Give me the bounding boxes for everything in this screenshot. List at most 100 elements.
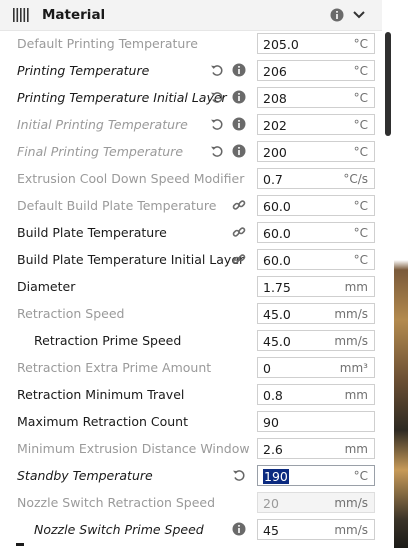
setting-label: Default Build Plate Temperature bbox=[17, 198, 217, 213]
setting-value: 90 bbox=[263, 415, 279, 430]
info-icon[interactable] bbox=[330, 8, 344, 22]
info-icon[interactable] bbox=[232, 522, 246, 536]
setting-value-field[interactable]: 190 °C bbox=[257, 465, 375, 486]
setting-value-field[interactable]: 90 bbox=[257, 411, 375, 432]
setting-value-field[interactable]: 202 °C bbox=[257, 114, 375, 135]
setting-value-field[interactable]: 60.0 °C bbox=[257, 195, 375, 216]
setting-value-field[interactable]: 208 °C bbox=[257, 87, 375, 108]
link-icon[interactable] bbox=[232, 252, 246, 266]
setting-row-standby-temperature: Standby Temperature 190 °C bbox=[0, 462, 382, 489]
setting-row-default-build-plate-temperature: Default Build Plate Temperature 60.0 °C bbox=[0, 192, 382, 219]
info-icon[interactable] bbox=[232, 117, 246, 131]
setting-unit: °C bbox=[353, 199, 368, 213]
setting-value-field[interactable]: 45.0 mm/s bbox=[257, 303, 375, 324]
chevron-down-icon[interactable] bbox=[352, 9, 366, 21]
category-header-material[interactable]: Material bbox=[0, 0, 382, 31]
setting-value: 60.0 bbox=[263, 226, 291, 241]
setting-unit: °C bbox=[353, 253, 368, 267]
setting-row-printing-temperature-initial-layer: Printing Temperature Initial Layer 208 °C bbox=[0, 84, 382, 111]
setting-row-initial-printing-temperature: Initial Printing Temperature 202 °C bbox=[0, 111, 382, 138]
setting-value: 205.0 bbox=[263, 37, 299, 52]
setting-value-field[interactable]: 1.75 mm bbox=[257, 276, 375, 297]
reset-icon[interactable] bbox=[210, 144, 224, 158]
setting-value: 202 bbox=[263, 118, 287, 133]
setting-label: Printing Temperature bbox=[17, 63, 150, 78]
setting-label: Retraction Speed bbox=[17, 306, 125, 321]
info-icon[interactable] bbox=[232, 63, 246, 77]
background-image-strip bbox=[394, 0, 408, 548]
setting-value: 190 bbox=[263, 469, 289, 484]
setting-unit: mm³ bbox=[339, 361, 368, 375]
setting-value: 206 bbox=[263, 64, 287, 79]
setting-value-field: 20 mm/s bbox=[257, 492, 375, 513]
setting-unit: °C bbox=[353, 469, 368, 483]
setting-row-nozzle-switch-prime-speed: Nozzle Switch Prime Speed 45 mm/s bbox=[0, 516, 382, 543]
setting-value-field[interactable]: 2.6 mm bbox=[257, 438, 375, 459]
setting-value-field[interactable]: 200 °C bbox=[257, 141, 375, 162]
setting-row-retraction-prime-speed: Retraction Prime Speed 45.0 mm/s bbox=[0, 327, 382, 354]
setting-row-final-printing-temperature: Final Printing Temperature 200 °C bbox=[0, 138, 382, 165]
setting-unit: mm/s bbox=[334, 307, 368, 321]
setting-label: Diameter bbox=[17, 279, 76, 294]
setting-value-field[interactable]: 0.8 mm bbox=[257, 384, 375, 405]
setting-unit: °C bbox=[353, 91, 368, 105]
setting-unit: °C bbox=[353, 226, 368, 240]
setting-row-retraction-extra-prime-amount: Retraction Extra Prime Amount 0 mm³ bbox=[0, 354, 382, 381]
setting-unit: mm bbox=[344, 442, 368, 456]
setting-row-retraction-minimum-travel: Retraction Minimum Travel 0.8 mm bbox=[0, 381, 382, 408]
setting-value-field[interactable]: 205.0 °C bbox=[257, 33, 375, 54]
setting-unit: mm bbox=[344, 388, 368, 402]
setting-value: 20 bbox=[263, 496, 279, 511]
setting-label: Minimum Extrusion Distance Window bbox=[17, 441, 250, 456]
setting-row-maximum-retraction-count: Maximum Retraction Count 90 bbox=[0, 408, 382, 435]
link-icon[interactable] bbox=[232, 198, 246, 212]
setting-label: Nozzle Switch Prime Speed bbox=[34, 522, 204, 537]
setting-label: Printing Temperature Initial Layer bbox=[17, 90, 227, 105]
setting-label: Nozzle Switch Retraction Speed bbox=[17, 495, 216, 510]
material-category-icon bbox=[13, 8, 29, 22]
setting-label: Retraction Extra Prime Amount bbox=[17, 360, 212, 375]
setting-unit: mm bbox=[344, 280, 368, 294]
setting-value: 60.0 bbox=[263, 253, 291, 268]
setting-value: 0.7 bbox=[263, 172, 283, 187]
setting-value-field[interactable]: 0 mm³ bbox=[257, 357, 375, 378]
setting-value: 45.0 bbox=[263, 307, 291, 322]
setting-value-field[interactable]: 206 °C bbox=[257, 60, 375, 81]
setting-value: 200 bbox=[263, 145, 287, 160]
settings-panel: Material Default Printing Temperature 205… bbox=[0, 0, 382, 548]
info-icon[interactable] bbox=[232, 90, 246, 104]
setting-label: Build Plate Temperature bbox=[17, 225, 167, 240]
setting-value-field[interactable]: 60.0 °C bbox=[257, 222, 375, 243]
setting-unit: °C bbox=[353, 37, 368, 51]
link-icon[interactable] bbox=[232, 225, 246, 239]
setting-unit: °C bbox=[353, 64, 368, 78]
setting-label: Final Printing Temperature bbox=[17, 144, 184, 159]
setting-value: 0 bbox=[263, 361, 271, 376]
setting-unit: mm/s bbox=[334, 496, 368, 510]
setting-label: Retraction Minimum Travel bbox=[17, 387, 185, 402]
category-title: Material bbox=[42, 7, 106, 23]
setting-value-field[interactable]: 60.0 °C bbox=[257, 249, 375, 270]
setting-value-field[interactable]: 45.0 mm/s bbox=[257, 330, 375, 351]
setting-value-field[interactable]: 0.7 °C/s bbox=[257, 168, 375, 189]
setting-label: Build Plate Temperature Initial Layer bbox=[17, 252, 245, 267]
setting-unit: mm/s bbox=[334, 523, 368, 537]
setting-row-diameter: Diameter 1.75 mm bbox=[0, 273, 382, 300]
setting-label: Initial Printing Temperature bbox=[17, 117, 188, 132]
setting-unit: °C bbox=[353, 118, 368, 132]
setting-unit: °C bbox=[353, 145, 368, 159]
setting-value: 60.0 bbox=[263, 199, 291, 214]
setting-label: Extrusion Cool Down Speed Modifier bbox=[17, 171, 245, 186]
setting-value-field[interactable]: 45 mm/s bbox=[257, 519, 375, 540]
scrollbar[interactable] bbox=[382, 0, 394, 548]
setting-label: Retraction Prime Speed bbox=[34, 333, 182, 348]
scrollbar-thumb[interactable] bbox=[385, 32, 391, 136]
info-icon[interactable] bbox=[232, 144, 246, 158]
setting-value: 1.75 bbox=[263, 280, 291, 295]
setting-value: 208 bbox=[263, 91, 287, 106]
reset-icon[interactable] bbox=[210, 63, 224, 77]
reset-icon[interactable] bbox=[232, 468, 246, 482]
setting-row-printing-temperature: Printing Temperature 206 °C bbox=[0, 57, 382, 84]
reset-icon[interactable] bbox=[210, 90, 224, 104]
reset-icon[interactable] bbox=[210, 117, 224, 131]
